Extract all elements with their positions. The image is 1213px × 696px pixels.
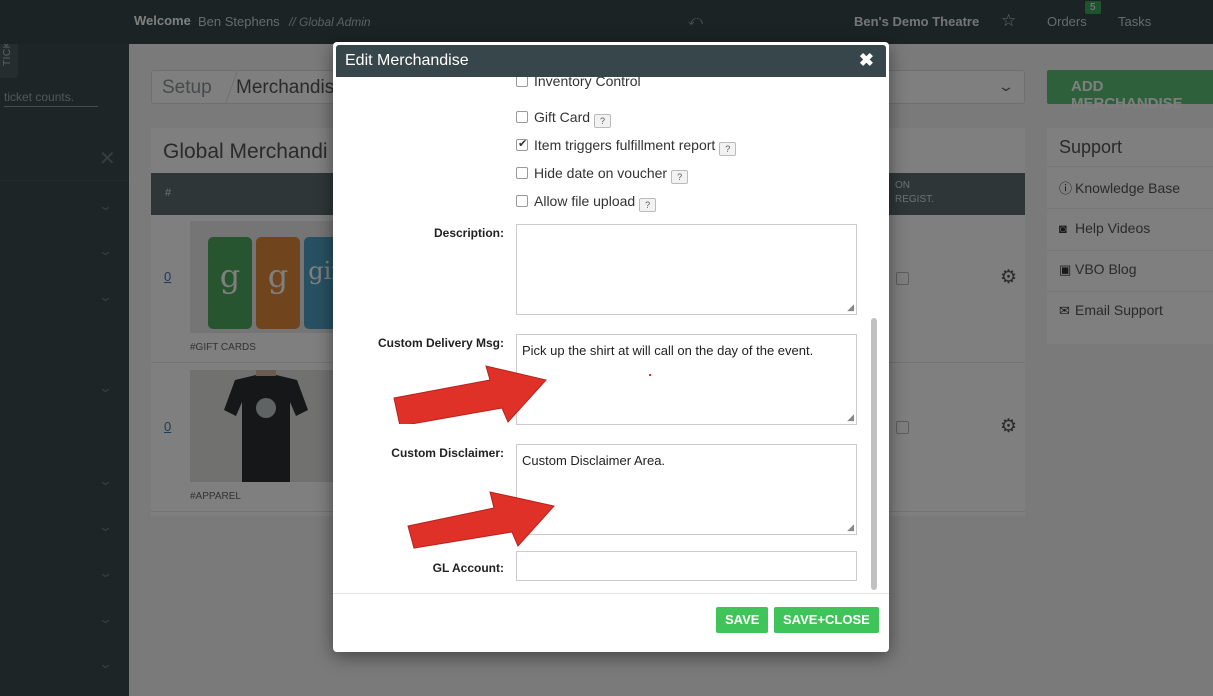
help-icon[interactable]: ? xyxy=(639,198,657,212)
help-icon[interactable]: ? xyxy=(594,114,612,128)
custom-delivery-msg-textarea[interactable]: Pick up the shirt at will call on the da… xyxy=(516,334,857,425)
disclaimer-value: Custom Disclaimer Area. xyxy=(522,453,666,468)
checkbox-label: Item triggers fulfillment report xyxy=(534,137,716,153)
custom-disclaimer-label: Custom Disclaimer: xyxy=(391,446,504,460)
checkbox[interactable] xyxy=(516,167,528,179)
red-dot-mark xyxy=(649,374,651,376)
help-icon[interactable]: ? xyxy=(671,170,689,184)
close-icon[interactable]: ✖ xyxy=(859,50,874,71)
checkbox-inventory-control[interactable]: Inventory Control xyxy=(516,77,641,89)
checkbox[interactable] xyxy=(516,195,528,207)
scrollbar-thumb[interactable] xyxy=(871,318,877,590)
save-close-button[interactable]: SAVE+CLOSE xyxy=(774,607,879,633)
description-label: Description: xyxy=(433,226,504,240)
resize-grip-icon[interactable]: ◢ xyxy=(847,412,854,423)
delivery-value: Pick up the shirt at will call on the da… xyxy=(522,343,814,358)
save-button[interactable]: SAVE xyxy=(716,607,769,633)
modal-scrollbar[interactable] xyxy=(869,85,879,593)
description-textarea[interactable]: ◢ xyxy=(516,224,857,315)
modal-header: Edit Merchandise ✖ xyxy=(336,45,886,77)
checkbox-label: Hide date on voucher xyxy=(534,165,668,181)
checkbox[interactable] xyxy=(516,77,528,87)
gl-account-label: GL Account: xyxy=(432,561,504,575)
custom-disclaimer-textarea[interactable]: Custom Disclaimer Area. ◢ xyxy=(516,444,857,535)
checkbox[interactable] xyxy=(516,111,528,123)
checkbox-gift-card[interactable]: Gift Card? xyxy=(516,109,612,128)
edit-merchandise-modal: Edit Merchandise ✖ Inventory Control Gif… xyxy=(333,42,889,652)
checkbox-label: Allow file upload xyxy=(534,193,636,209)
gl-account-input[interactable] xyxy=(516,551,857,581)
checkbox-hide-date[interactable]: Hide date on voucher? xyxy=(516,165,689,184)
help-icon[interactable]: ? xyxy=(719,142,737,156)
resize-grip-icon[interactable]: ◢ xyxy=(847,302,854,313)
custom-delivery-msg-label: Custom Delivery Msg: xyxy=(377,336,504,350)
checkbox-allow-file-upload[interactable]: Allow file upload? xyxy=(516,193,657,212)
red-arrow-annotation xyxy=(393,365,547,424)
red-arrow-annotation xyxy=(407,491,555,549)
modal-title: Edit Merchandise xyxy=(345,52,469,69)
checkbox-checked[interactable] xyxy=(516,137,528,151)
checkbox-label: Inventory Control xyxy=(534,77,641,89)
resize-grip-icon[interactable]: ◢ xyxy=(847,522,854,533)
checkbox-fulfillment-report[interactable]: Item triggers fulfillment report? xyxy=(516,137,737,156)
modal-footer: SAVE SAVE+CLOSE xyxy=(333,593,889,652)
checkbox-label: Gift Card xyxy=(534,109,591,125)
